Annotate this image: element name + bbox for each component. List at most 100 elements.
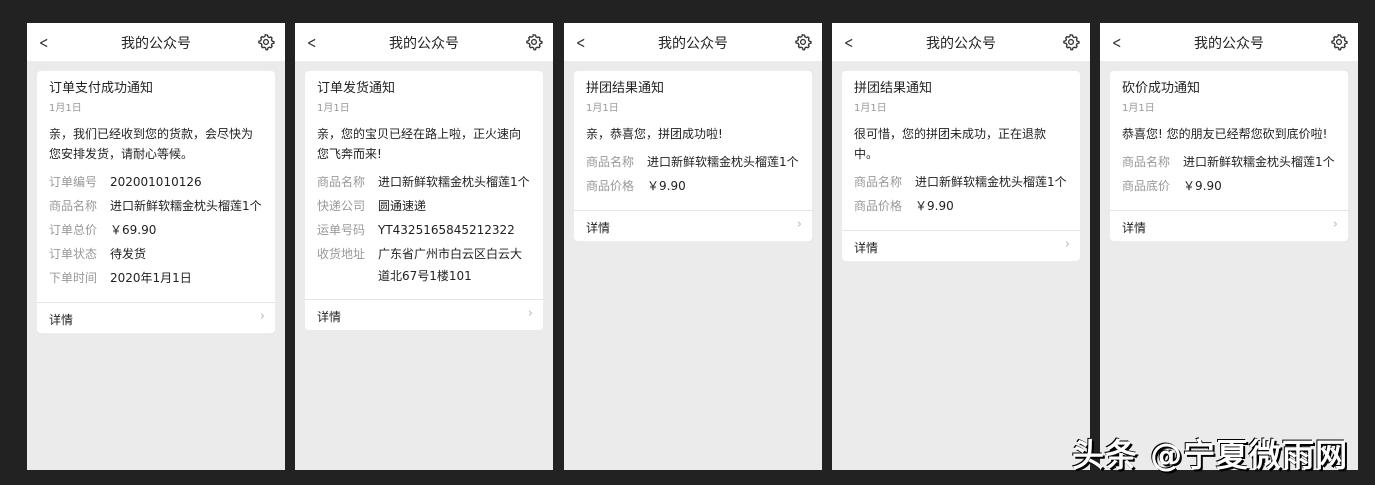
info-row: 订单总价 ￥69.90	[49, 218, 263, 242]
info-row: 商品名称 进口新鲜软糯金枕头榴莲1个	[49, 194, 263, 218]
gear-icon[interactable]	[1330, 33, 1348, 51]
card-title: 砍价成功通知	[1122, 81, 1201, 96]
details-label: 详情	[317, 310, 342, 324]
gear-icon[interactable]	[525, 33, 543, 51]
phone-screen: < 我的公众号 订单支付成功通知 1月1日 亲，我们已经收到您的货款，会尽快为您…	[27, 23, 285, 470]
info-rows: 商品名称 进口新鲜软糯金枕头榴莲1个 商品价格 ￥9.90	[574, 144, 812, 210]
row-value: ￥9.90	[647, 179, 686, 193]
card-date: 1月1日	[1122, 103, 1155, 114]
row-label: 下单时间	[49, 271, 98, 285]
info-row: 下单时间 2020年1月1日	[49, 266, 263, 290]
gear-icon[interactable]	[794, 33, 812, 51]
row-value: ￥9.90	[915, 199, 954, 213]
row-value: ￥9.90	[1183, 179, 1222, 193]
info-row: 商品名称 进口新鲜软糯金枕头榴莲1个	[317, 170, 531, 194]
details-link[interactable]: 详情 ›	[574, 210, 812, 241]
row-value: 进口新鲜软糯金枕头榴莲1个	[915, 175, 1067, 189]
details-link[interactable]: 详情 ›	[842, 230, 1080, 261]
row-value: YT4325165845212322	[378, 223, 515, 237]
row-label: 商品名称	[854, 175, 903, 189]
phone-screen: < 我的公众号 拼团结果通知 1月1日 亲，恭喜您，拼团成功啦! 商品名称 进口新…	[564, 23, 822, 470]
card-date: 1月1日	[317, 103, 350, 114]
info-rows: 商品名称 进口新鲜软糯金枕头榴莲1个 快递公司 圆通速递 运单号码 YT432516584…	[305, 164, 543, 299]
info-row: 商品价格 ￥9.90	[586, 174, 800, 198]
row-value: 2020年1月1日	[110, 271, 192, 285]
details-label: 详情	[49, 313, 74, 327]
row-value: 进口新鲜软糯金枕头榴莲1个	[647, 155, 799, 169]
nav-header: < 我的公众号	[1100, 23, 1358, 61]
details-link[interactable]: 详情 ›	[1110, 210, 1348, 241]
notification-card: 订单发货通知 1月1日 亲，您的宝贝已经在路上啦，正火速向您飞奔而来! 商品名称…	[305, 71, 543, 330]
nav-header: < 我的公众号	[295, 23, 553, 61]
row-value: 进口新鲜软糯金枕头榴莲1个	[110, 199, 262, 213]
card-date: 1月1日	[586, 103, 619, 114]
details-link[interactable]: 详情 ›	[37, 302, 275, 333]
info-row: 商品名称 进口新鲜软糯金枕头榴莲1个	[1122, 150, 1336, 174]
card-body: 亲，恭喜您，拼团成功啦!	[586, 127, 723, 141]
details-label: 详情	[586, 221, 611, 235]
info-row: 商品名称 进口新鲜软糯金枕头榴莲1个	[586, 150, 800, 174]
phone-screen: < 我的公众号 砍价成功通知 1月1日 恭喜您! 您的朋友已经帮您砍到底价啦! …	[1100, 23, 1358, 470]
details-label: 详情	[1122, 221, 1147, 235]
notification-card: 订单支付成功通知 1月1日 亲，我们已经收到您的货款，会尽快为您安排发货，请耐心…	[37, 71, 275, 333]
info-row: 商品底价 ￥9.90	[1122, 174, 1336, 198]
card-title: 拼团结果通知	[586, 81, 665, 96]
row-value: 进口新鲜软糯金枕头榴莲1个	[1183, 155, 1335, 169]
page-title: 我的公众号	[926, 36, 996, 52]
chevron-right-icon: ›	[1332, 217, 1338, 232]
row-label: 订单状态	[49, 247, 98, 261]
details-link[interactable]: 详情 ›	[305, 299, 543, 330]
card-date: 1月1日	[854, 103, 887, 114]
card-date: 1月1日	[49, 103, 82, 114]
page-title: 我的公众号	[121, 36, 191, 52]
row-value: 202001010126	[110, 175, 202, 189]
row-value: 圆通速递	[378, 199, 427, 213]
nav-header: < 我的公众号	[27, 23, 285, 61]
chevron-right-icon: ›	[1064, 237, 1070, 252]
info-row: 订单状态 待发货	[49, 242, 263, 266]
row-value: 进口新鲜软糯金枕头榴莲1个	[378, 175, 530, 189]
card-body: 亲，您的宝贝已经在路上啦，正火速向您飞奔而来!	[317, 127, 522, 161]
gear-icon[interactable]	[1062, 33, 1080, 51]
watermark: 头条 @宁夏微雨网	[1072, 436, 1349, 474]
notification-card: 拼团结果通知 1月1日 亲，恭喜您，拼团成功啦! 商品名称 进口新鲜软糯金枕头榴莲…	[574, 71, 812, 241]
info-rows: 商品名称 进口新鲜软糯金枕头榴莲1个 商品底价 ￥9.90	[1110, 144, 1348, 210]
notification-card: 砍价成功通知 1月1日 恭喜您! 您的朋友已经帮您砍到底价啦! 商品名称 进口新鲜…	[1110, 71, 1348, 241]
details-label: 详情	[854, 241, 879, 255]
info-row: 商品价格 ￥9.90	[854, 194, 1068, 218]
nav-header: < 我的公众号	[564, 23, 822, 61]
row-label: 商品名称	[1122, 155, 1171, 169]
card-title: 订单发货通知	[317, 81, 396, 96]
row-label: 商品价格	[586, 179, 635, 193]
row-value: 待发货	[110, 247, 147, 261]
row-label: 订单编号	[49, 175, 98, 189]
nav-header: < 我的公众号	[832, 23, 1090, 61]
row-label: 运单号码	[317, 223, 366, 237]
info-row: 收货地址 广东省广州市白云区白云大道北67号1楼101	[317, 242, 531, 287]
phone-screen: < 我的公众号 订单发货通知 1月1日 亲，您的宝贝已经在路上啦，正火速向您飞奔…	[295, 23, 553, 470]
row-label: 商品名称	[586, 155, 635, 169]
row-label: 商品名称	[49, 199, 98, 213]
page-title: 我的公众号	[389, 36, 459, 52]
row-label: 商品名称	[317, 175, 366, 189]
card-body: 很可惜，您的拼团未成功，正在退款中。	[854, 127, 1047, 161]
page-title: 我的公众号	[1194, 36, 1264, 52]
row-value: ￥69.90	[110, 223, 157, 237]
info-rows: 订单编号 202001010126 商品名称 进口新鲜软糯金枕头榴莲1个 订单总价 ￥69…	[37, 164, 275, 302]
chevron-right-icon: ›	[796, 217, 802, 232]
card-title: 订单支付成功通知	[49, 81, 154, 96]
phone-screen: < 我的公众号 拼团结果通知 1月1日 很可惜，您的拼团未成功，正在退款中。 商…	[832, 23, 1090, 470]
row-label: 收货地址	[317, 247, 366, 261]
card-title: 拼团结果通知	[854, 81, 933, 96]
row-label: 商品价格	[854, 199, 903, 213]
chevron-right-icon: ›	[527, 306, 533, 321]
row-label: 订单总价	[49, 223, 98, 237]
card-body: 恭喜您! 您的朋友已经帮您砍到底价啦!	[1122, 127, 1328, 141]
page-title: 我的公众号	[658, 36, 728, 52]
info-row: 商品名称 进口新鲜软糯金枕头榴莲1个	[854, 170, 1068, 194]
gear-icon[interactable]	[257, 33, 275, 51]
card-body: 亲，我们已经收到您的货款，会尽快为您安排发货，请耐心等候。	[49, 127, 254, 161]
notification-card: 拼团结果通知 1月1日 很可惜，您的拼团未成功，正在退款中。 商品名称 进口新鲜软…	[842, 71, 1080, 261]
row-label: 快递公司	[317, 199, 366, 213]
info-row: 快递公司 圆通速递	[317, 194, 531, 218]
